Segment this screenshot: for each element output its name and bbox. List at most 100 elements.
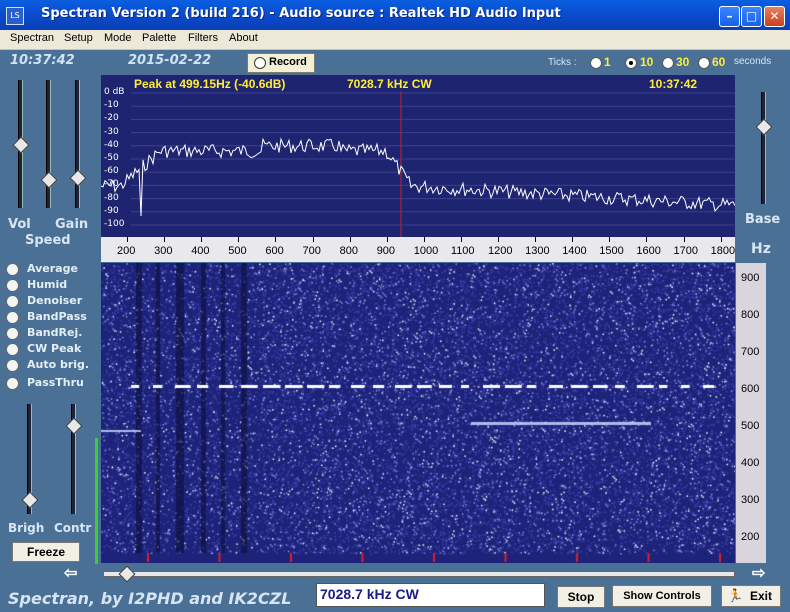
- freq-tick: [238, 237, 240, 242]
- freq-tick: [646, 237, 648, 242]
- show-controls-button[interactable]: Show Controls: [612, 585, 712, 607]
- freq-tick-label: 800: [339, 245, 358, 257]
- freq-tick: [423, 237, 425, 242]
- hz-tick-label: 300: [741, 494, 760, 506]
- waterfall-display: [101, 263, 735, 563]
- hz-tick-label: 200: [741, 531, 760, 543]
- brigh-label: Brigh: [8, 521, 45, 535]
- gain-label: Gain: [55, 217, 89, 232]
- hz-tick-label: 400: [741, 457, 760, 469]
- freq-tick: [275, 237, 277, 242]
- freq-tick-label: 1000: [413, 245, 439, 257]
- ticks-radio-1[interactable]: [590, 57, 602, 69]
- level-meter: [95, 438, 98, 564]
- radio-icon: [6, 327, 19, 340]
- freq-tick-label: 1800: [710, 245, 735, 257]
- spectrum-graph: [101, 91, 735, 237]
- freeze-button[interactable]: Freeze: [12, 542, 80, 562]
- freq-tick: [164, 237, 166, 242]
- peak-frequency: 7028.7 kHz CW: [347, 77, 432, 91]
- stop-button[interactable]: Stop: [557, 586, 605, 608]
- ticks-option-10: 10: [640, 55, 654, 69]
- scroll-left-arrow-icon[interactable]: ⇦: [64, 563, 77, 583]
- menu-mode[interactable]: Mode: [104, 32, 132, 44]
- contr-slider-thumb[interactable]: [65, 417, 83, 435]
- freq-tick-label: 600: [265, 245, 284, 257]
- menu-setup[interactable]: Setup: [64, 32, 93, 44]
- exit-label: Exit: [750, 589, 773, 603]
- minimize-button[interactable]: –: [719, 6, 740, 27]
- gain-slider-thumb[interactable]: [69, 169, 87, 187]
- exit-runner-icon: 🏃: [727, 588, 744, 603]
- brigh-slider-thumb[interactable]: [21, 491, 39, 509]
- vol-slider-thumb[interactable]: [12, 136, 30, 154]
- base-label: Base: [745, 212, 781, 227]
- freq-tick-label: 200: [117, 245, 136, 257]
- base-slider-thumb[interactable]: [755, 118, 773, 136]
- ticks-option-30: 30: [676, 55, 690, 69]
- scroll-right-arrow-icon[interactable]: ⇨: [752, 563, 765, 583]
- freq-tick-label: 1100: [450, 245, 475, 257]
- menu-bar: Spectran Setup Mode Palette Filters Abou…: [0, 30, 790, 50]
- ticks-label: Ticks :: [548, 57, 577, 68]
- freq-tick-label: 1200: [488, 245, 513, 257]
- freq-tick-label: 1600: [636, 245, 661, 257]
- menu-spectran[interactable]: Spectran: [10, 32, 54, 44]
- menu-palette[interactable]: Palette: [142, 32, 176, 44]
- hz-tick-label: 500: [741, 420, 760, 432]
- horizontal-slider-track[interactable]: [103, 571, 735, 577]
- record-button[interactable]: Record: [247, 53, 315, 73]
- clock-display: 10:37:42: [10, 53, 75, 68]
- radio-icon: [6, 263, 19, 276]
- freq-tick-label: 400: [191, 245, 210, 257]
- spectrum-trace: [101, 137, 735, 217]
- record-label: Record: [269, 56, 307, 68]
- speed-slider-thumb[interactable]: [40, 171, 58, 189]
- freq-tick: [683, 237, 685, 242]
- freq-tick: [460, 237, 462, 242]
- radio-icon: [6, 359, 19, 372]
- frequency-scale: 200 300 400 500 600 700 800 900 1000 1100 1200 1300…: [101, 237, 735, 262]
- radio-icon: [6, 343, 19, 356]
- freq-tick: [312, 237, 314, 242]
- ticks-option-1: 1: [604, 55, 611, 69]
- spectrum-panel: Peak at 499.15Hz (-40.6dB) 7028.7 kHz CW…: [101, 75, 735, 237]
- exit-button[interactable]: 🏃 Exit: [721, 585, 781, 607]
- hz-tick-label: 800: [741, 309, 760, 321]
- menu-about[interactable]: About: [229, 32, 258, 44]
- ticks-unit: seconds: [734, 56, 772, 67]
- peak-bar: Peak at 499.15Hz (-40.6dB) 7028.7 kHz CW…: [101, 75, 735, 91]
- freq-tick: [535, 237, 537, 242]
- freq-tick: [349, 237, 351, 242]
- hz-tick-label: 900: [741, 272, 760, 284]
- vol-label: Vol: [8, 217, 31, 232]
- contr-label: Contr: [54, 521, 92, 535]
- peak-time: 10:37:42: [649, 77, 698, 91]
- freq-tick-label: 1300: [525, 245, 550, 257]
- frequency-field[interactable]: 7028.7 kHz CW: [316, 583, 545, 607]
- ticks-radio-60[interactable]: [698, 57, 710, 69]
- horizontal-slider-thumb[interactable]: [118, 565, 136, 583]
- freq-tick: [572, 237, 574, 242]
- app-window: LS Spectran Version 2 (build 216) - Audi…: [0, 0, 790, 612]
- radio-icon: [6, 279, 19, 292]
- maximize-button[interactable]: □: [741, 6, 762, 27]
- gain-slider-track[interactable]: [75, 80, 80, 208]
- ticks-radio-10[interactable]: [625, 57, 637, 69]
- speed-label: Speed: [25, 233, 71, 248]
- date-display: 2015-02-22: [128, 53, 212, 68]
- radio-icon: [6, 295, 19, 308]
- ticks-radio-30[interactable]: [662, 57, 674, 69]
- hz-unit-label: Hz: [751, 241, 771, 257]
- peak-readout: Peak at 499.15Hz (-40.6dB): [134, 77, 286, 91]
- record-dot-icon: [254, 57, 266, 69]
- hz-scale: 900 800 700 600 500 400 300 200: [736, 263, 766, 563]
- base-slider-track[interactable]: [761, 92, 766, 204]
- freq-tick: [386, 237, 388, 242]
- app-icon: LS: [6, 7, 24, 25]
- freq-tick-label: 300: [154, 245, 173, 257]
- menu-filters[interactable]: Filters: [188, 32, 218, 44]
- hz-tick-label: 700: [741, 346, 760, 358]
- freq-tick-label: 1500: [599, 245, 624, 257]
- close-button[interactable]: ✕: [764, 6, 785, 27]
